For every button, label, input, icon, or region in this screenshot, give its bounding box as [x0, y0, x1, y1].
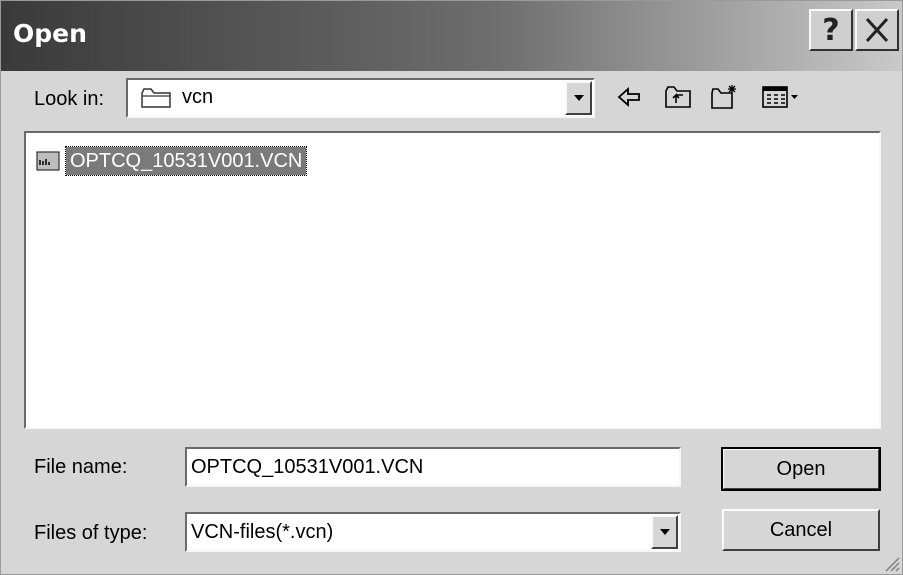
look-in-value: vcn — [182, 86, 214, 108]
files-of-type-dropdown-button[interactable] — [651, 515, 678, 549]
help-icon: ? — [822, 13, 840, 48]
look-in-label: Look in: — [34, 88, 105, 110]
folder-icon — [141, 88, 171, 108]
file-list[interactable]: OPTCQ_10531V001.VCN — [24, 131, 881, 429]
vcn-file-icon — [36, 151, 60, 171]
file-name-input[interactable]: OPTCQ_10531V001.VCN — [185, 447, 681, 487]
look-in-combo[interactable]: vcn — [126, 78, 595, 118]
open-button[interactable]: Open — [721, 447, 881, 491]
up-one-level-icon[interactable] — [664, 83, 692, 111]
title-bar[interactable]: Open ? — [1, 1, 902, 71]
file-name-label: OPTCQ_10531V001.VCN — [64, 146, 308, 176]
files-of-type-label: Files of type: — [34, 522, 148, 544]
help-button[interactable]: ? — [809, 9, 853, 51]
files-of-type-combo[interactable]: VCN-files(*.vcn) — [185, 512, 681, 552]
open-dialog: Open ? Look in: vcn OPTCQ_10531V001.VCN … — [0, 0, 903, 575]
create-new-folder-icon[interactable] — [710, 83, 738, 111]
look-in-dropdown-button[interactable] — [565, 81, 592, 115]
window-title: Open — [13, 19, 87, 48]
view-menu-icon[interactable] — [761, 83, 801, 111]
files-of-type-value: VCN-files(*.vcn) — [191, 521, 334, 543]
close-icon — [865, 17, 889, 43]
cancel-button[interactable]: Cancel — [722, 509, 880, 551]
file-name-label: File name: — [34, 456, 128, 478]
back-arrow-icon[interactable] — [615, 83, 643, 111]
close-button[interactable] — [855, 9, 899, 51]
resize-grip-icon[interactable] — [882, 554, 900, 572]
